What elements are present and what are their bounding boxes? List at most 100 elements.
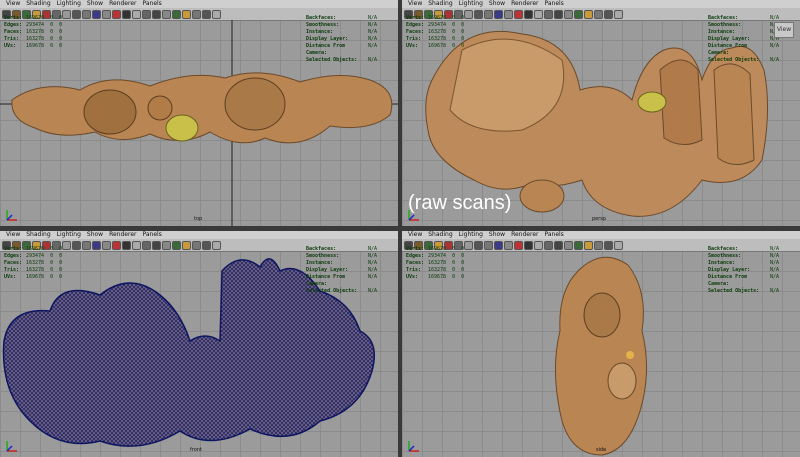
viewport-persp[interactable]: View Shading Lighting Show Renderer Panels Ve… — [402, 0, 800, 226]
hud-value: 0 — [461, 246, 465, 252]
menu-show[interactable]: Show — [489, 231, 505, 238]
toolbar-icon[interactable] — [82, 240, 91, 250]
toolbar-icon[interactable] — [122, 240, 131, 250]
toolbar-icon[interactable] — [554, 9, 563, 19]
menu-panels[interactable]: Panels — [142, 231, 161, 238]
toolbar-icon[interactable] — [594, 9, 603, 19]
toolbar-icon[interactable] — [514, 240, 523, 250]
toolbar-icon[interactable] — [102, 9, 111, 19]
menu-shading[interactable]: Shading — [428, 231, 452, 238]
menu-view[interactable]: View — [6, 231, 20, 238]
menu-lighting[interactable]: Lighting — [459, 231, 483, 238]
menu-show[interactable]: Show — [87, 0, 103, 7]
toolbar-icon[interactable] — [594, 240, 603, 250]
toolbar-icon[interactable] — [484, 9, 493, 19]
toolbar-icon[interactable] — [202, 9, 211, 19]
menu-renderer[interactable]: Renderer — [109, 0, 136, 7]
menu-show[interactable]: Show — [87, 231, 103, 238]
toolbar-icon[interactable] — [604, 240, 613, 250]
toolbar-icon[interactable] — [142, 240, 151, 250]
menu-panels[interactable]: Panels — [544, 0, 563, 7]
menu-lighting[interactable]: Lighting — [57, 0, 81, 7]
toolbar-icon[interactable] — [162, 240, 171, 250]
toolbar-icon[interactable] — [474, 240, 483, 250]
toolbar-icon[interactable] — [534, 240, 543, 250]
menu-show[interactable]: Show — [489, 0, 505, 7]
toolbar-icon[interactable] — [62, 9, 71, 19]
menu-shading[interactable]: Shading — [26, 0, 50, 7]
toolbar-icon[interactable] — [182, 240, 191, 250]
toolbar-icon[interactable] — [524, 9, 533, 19]
toolbar-icon[interactable] — [564, 9, 573, 19]
toolbar-icon[interactable] — [504, 240, 513, 250]
toolbar-icon[interactable] — [182, 9, 191, 19]
toolbar-icon[interactable] — [574, 9, 583, 19]
toolbar-icon[interactable] — [514, 9, 523, 19]
viewport-front[interactable]: View Shading Lighting Show Renderer Panels Ve… — [0, 231, 398, 457]
menu-shading[interactable]: Shading — [26, 231, 50, 238]
menu-lighting[interactable]: Lighting — [459, 0, 483, 7]
hud-row: UVs: 169678 0 0 — [4, 43, 62, 50]
toolbar-icon[interactable] — [494, 240, 503, 250]
toolbar-icon[interactable] — [192, 240, 201, 250]
toolbar-icon[interactable] — [504, 9, 513, 19]
menu-view[interactable]: View — [6, 0, 20, 7]
toolbar-icon[interactable] — [102, 240, 111, 250]
viewport-top[interactable]: View Shading Lighting Show Renderer Panels Ve… — [0, 0, 398, 226]
viewport-side[interactable]: View Shading Lighting Show Renderer Panels Ve… — [402, 231, 800, 457]
menu-renderer[interactable]: Renderer — [511, 231, 538, 238]
toolbar-icon[interactable] — [62, 240, 71, 250]
toolbar-icon[interactable] — [534, 9, 543, 19]
toolbar-icon[interactable] — [494, 9, 503, 19]
toolbar-icon[interactable] — [72, 9, 81, 19]
toolbar-icon[interactable] — [192, 9, 201, 19]
toolbar-icon[interactable] — [92, 9, 101, 19]
toolbar-icon[interactable] — [474, 9, 483, 19]
toolbar-icon[interactable] — [132, 9, 141, 19]
toolbar-icon[interactable] — [82, 9, 91, 19]
toolbar-icon[interactable] — [172, 9, 181, 19]
view-cube-button[interactable]: View — [774, 22, 794, 38]
toolbar-icon[interactable] — [604, 9, 613, 19]
menu-renderer[interactable]: Renderer — [511, 0, 538, 7]
toolbar-icon[interactable] — [132, 240, 141, 250]
toolbar-icon[interactable] — [202, 240, 211, 250]
toolbar-icon[interactable] — [142, 9, 151, 19]
toolbar-icon[interactable] — [152, 9, 161, 19]
toolbar-icon[interactable] — [172, 240, 181, 250]
toolbar-icon[interactable] — [464, 240, 473, 250]
menu-shading[interactable]: Shading — [428, 0, 452, 7]
menu-lighting[interactable]: Lighting — [57, 231, 81, 238]
toolbar-icon[interactable] — [464, 9, 473, 19]
toolbar-icon[interactable] — [92, 240, 101, 250]
toolbar-icon[interactable] — [212, 240, 221, 250]
hud-row: Display Layer: N/A — [708, 267, 779, 274]
toolbar-icon[interactable] — [554, 240, 563, 250]
toolbar-icon[interactable] — [112, 240, 121, 250]
menu-renderer[interactable]: Renderer — [109, 231, 136, 238]
hud-value: 0 — [59, 253, 63, 259]
toolbar-icon[interactable] — [584, 240, 593, 250]
toolbar-icon[interactable] — [162, 9, 171, 19]
toolbar-icon[interactable] — [484, 240, 493, 250]
toolbar-icon[interactable] — [614, 240, 623, 250]
toolbar-icon[interactable] — [212, 9, 221, 19]
toolbar-icon[interactable] — [614, 9, 623, 19]
toolbar-icon[interactable] — [574, 240, 583, 250]
menu-view[interactable]: View — [408, 0, 422, 7]
menu-panels[interactable]: Panels — [142, 0, 161, 7]
hud-value: 0 — [461, 267, 465, 273]
toolbar-icon[interactable] — [584, 9, 593, 19]
toolbar-icon[interactable] — [544, 240, 553, 250]
menu-panels[interactable]: Panels — [544, 231, 563, 238]
toolbar-icon[interactable] — [72, 240, 81, 250]
hud-row: Backfaces: N/A — [708, 246, 779, 253]
toolbar-icon[interactable] — [564, 240, 573, 250]
menu-view[interactable]: View — [408, 231, 422, 238]
toolbar-icon[interactable] — [152, 240, 161, 250]
toolbar-icon[interactable] — [524, 240, 533, 250]
hud-key: UVs: — [4, 43, 17, 49]
toolbar-icon[interactable] — [122, 9, 131, 19]
toolbar-icon[interactable] — [544, 9, 553, 19]
toolbar-icon[interactable] — [112, 9, 121, 19]
